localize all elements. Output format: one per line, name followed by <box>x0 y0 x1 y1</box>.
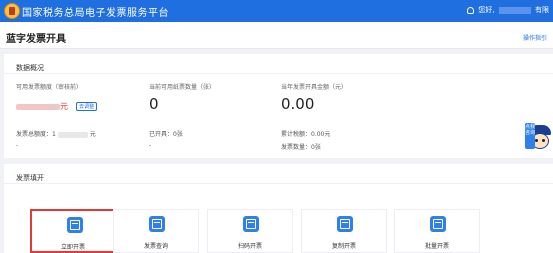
month-amount-label: 当年发票开具金额（元） <box>281 84 348 91</box>
issued-count: 已开具：0张 <box>149 131 183 138</box>
adjust-quota-button[interactable]: 去调整 <box>76 102 98 111</box>
mascot-eye <box>542 139 545 142</box>
month-amount-block: 当年发票开具金额（元） 0.00 <box>281 82 347 113</box>
tile-issue-now[interactable]: 立即开票 <box>30 209 116 253</box>
user-company-suffix: 有限 <box>535 6 549 14</box>
user-name-masked <box>498 6 531 14</box>
usable-count-value: 0 <box>149 95 159 113</box>
app-title: 国家税务总局电子发票服务平台 <box>22 8 169 19</box>
total-quota-label: 发票总额度： <box>16 131 53 138</box>
total-quota-unit: 元 <box>89 131 96 138</box>
operation-guide-link[interactable]: 操作指引 <box>523 33 547 42</box>
mascot-sign: 点我咨询 <box>525 123 535 149</box>
user-greeting: 您好, <box>478 6 495 14</box>
tile-invoice-query[interactable]: 发票查询 <box>113 209 199 253</box>
tile-label: 发票查询 <box>143 243 168 250</box>
tile-scan-issue[interactable]: 扫码开票 <box>207 209 293 253</box>
section-title-fill: 发票填开 <box>4 164 553 184</box>
total-quota-prefix: 1 <box>52 131 56 138</box>
top-bar: 国家税务总局电子发票服务平台 您好, 有限 <box>0 0 553 22</box>
search-doc-icon <box>149 216 165 232</box>
invoice-count: 发票数量：0张 <box>281 144 321 151</box>
page-title: 蓝字发票开具 <box>6 34 66 45</box>
tile-copy-issue[interactable]: 复制开票 <box>301 209 387 253</box>
invoice-fill-card: 发票填开 立即开票 发票查询 扫码开票 复制开票 批量开票 <box>4 164 553 253</box>
quota-unit: 元 <box>60 102 68 111</box>
issued-dash: - <box>149 142 152 149</box>
page-header: 蓝字发票开具 操作指引 <box>0 22 553 49</box>
user-menu[interactable]: 您好, 有限 <box>467 5 549 15</box>
mascot-eye <box>535 139 538 142</box>
batch-icon <box>430 216 446 232</box>
tile-label: 复制开票 <box>331 243 356 250</box>
assistant-mascot[interactable]: 点我咨询 <box>525 121 553 157</box>
data-overview-card: 数据概况 可用发票额度（审核前） 元 去调整 发票总额度：1 元 - 当前可用纸票… <box>4 54 553 158</box>
total-quota-masked <box>57 131 88 138</box>
usable-count-label: 当前可用纸票数量（张） <box>149 84 216 91</box>
qr-icon <box>243 216 259 232</box>
invoice-icon <box>67 217 83 233</box>
available-quota-amount: 元 去调整 <box>16 96 98 115</box>
user-icon <box>467 6 475 14</box>
total-quota-dash: - <box>16 142 19 149</box>
tile-label: 立即开票 <box>60 244 85 251</box>
tile-batch-issue[interactable]: 批量开票 <box>394 209 480 253</box>
copy-icon <box>337 216 353 232</box>
total-quota: 发票总额度：1 元 <box>16 129 96 138</box>
tile-label: 扫码开票 <box>237 243 262 250</box>
total-tax: 累计税额：0.00元 <box>281 131 331 138</box>
usable-count-block: 当前可用纸票数量（张） 0 <box>149 82 215 113</box>
section-title-overview: 数据概况 <box>4 54 553 74</box>
available-quota-block: 可用发票额度（审核前） 元 去调整 <box>16 82 98 115</box>
month-amount-value: 0.00 <box>281 95 315 113</box>
tile-label: 批量开票 <box>424 243 449 250</box>
quota-value-masked <box>16 103 60 110</box>
tax-bureau-logo-icon <box>4 3 20 19</box>
available-quota-label: 可用发票额度（审核前） <box>16 84 83 91</box>
